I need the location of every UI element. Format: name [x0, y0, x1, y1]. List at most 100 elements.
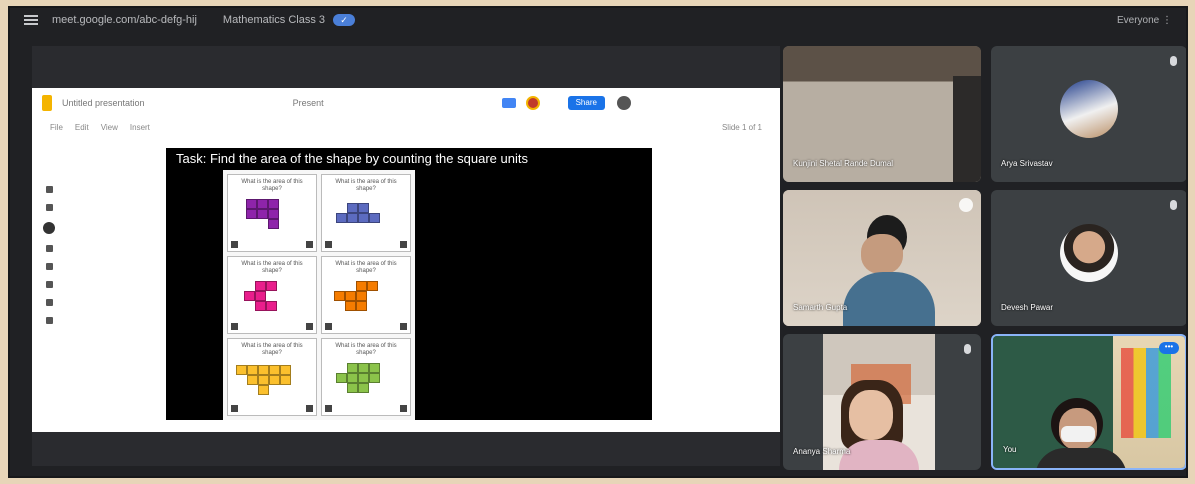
annotation-toolbar: [42, 186, 56, 324]
slide-canvas: Task: Find the area of the shape by coun…: [166, 148, 652, 420]
shape-square-unit: [258, 365, 269, 375]
slides-header: Untitled presentation Present Share: [32, 88, 780, 118]
shape-square-unit: [247, 375, 258, 385]
qr-icon: [325, 241, 332, 248]
qr-icon: [306, 241, 313, 248]
people-control[interactable]: Everyone ⋮: [1117, 15, 1172, 26]
shape-square-unit: [244, 291, 255, 301]
meet-window: meet.google.com/abc-defg-hij Mathematics…: [8, 6, 1188, 478]
task-card: What is the area of this shape?: [227, 256, 317, 334]
shape-square-unit: [268, 209, 279, 219]
slide-task-text: Task: Find the area of the shape by coun…: [176, 151, 528, 166]
shape-square-unit: [336, 213, 347, 223]
task-card-question: What is the area of this shape?: [335, 343, 397, 356]
menu-icon[interactable]: [24, 15, 38, 25]
comment-icon[interactable]: [45, 263, 53, 270]
shape-square-unit: [269, 375, 280, 385]
mic-muted-icon: [1170, 200, 1177, 210]
shape-square-unit: [345, 301, 356, 311]
shape-square-unit: [356, 301, 367, 311]
shape-square-unit: [266, 281, 277, 291]
shape-square-unit: [266, 301, 277, 311]
shape-square-unit: [257, 209, 268, 219]
share-button[interactable]: Share: [567, 96, 605, 110]
shape-square-unit: [268, 199, 279, 209]
shape-square-unit: [369, 213, 380, 223]
shape-square-unit: [255, 291, 266, 301]
meet-topbar: meet.google.com/abc-defg-hij Mathematics…: [10, 8, 1186, 32]
present-button[interactable]: Present: [293, 98, 324, 108]
participant-tile[interactable]: Samarth Gupta: [783, 190, 981, 326]
task-card-question: What is the area of this shape?: [241, 343, 303, 356]
document-title[interactable]: Untitled presentation: [62, 98, 145, 108]
shape-square-unit: [356, 291, 367, 301]
shape-square-unit: [334, 291, 345, 301]
participant-tile[interactable]: Arya Srivastav: [991, 46, 1186, 182]
shape-square-unit: [255, 301, 266, 311]
participant-tile[interactable]: Kunjini Shetal Rande Dumal: [783, 46, 981, 182]
slides-logo-icon: [42, 95, 52, 111]
undo-icon[interactable]: [45, 281, 53, 288]
shape-square-unit: [367, 281, 378, 291]
shape-square-unit: [347, 213, 358, 223]
qr-icon: [325, 405, 332, 412]
shape-square-unit: [347, 363, 358, 373]
shape-square-unit: [257, 199, 268, 209]
video-feed-detail: [953, 76, 981, 182]
menu-insert[interactable]: Insert: [130, 123, 150, 132]
task-card: What is the area of this shape?: [321, 174, 411, 252]
participant-tile[interactable]: Ananya Sharma: [783, 334, 981, 470]
eraser-icon[interactable]: [45, 204, 53, 211]
shape-square-unit: [345, 291, 356, 301]
presentation-area: Untitled presentation Present Share File…: [32, 46, 780, 466]
shape-square-unit: [247, 365, 258, 375]
pin-icon[interactable]: [959, 198, 973, 212]
shape-square-unit: [236, 365, 247, 375]
pen-icon[interactable]: [45, 186, 53, 193]
participant-name: Samarth Gupta: [793, 303, 848, 312]
verified-icon: ✓: [333, 14, 356, 26]
expand-icon[interactable]: [45, 299, 53, 306]
qr-icon: [306, 323, 313, 330]
pointer-icon[interactable]: [43, 222, 55, 234]
shape-square-unit: [358, 213, 369, 223]
qr-icon: [306, 405, 313, 412]
shape-square-unit: [246, 199, 257, 209]
shape-square-unit: [358, 373, 369, 383]
shared-slides-window: Untitled presentation Present Share File…: [32, 88, 780, 432]
shape-square-unit: [258, 385, 269, 395]
participant-name: Kunjini Shetal Rande Dumal: [793, 159, 894, 168]
shape-square-unit: [280, 365, 291, 375]
qr-icon: [400, 405, 407, 412]
face-mask: [1061, 426, 1095, 442]
shape-square-unit: [358, 383, 369, 393]
person-face: [849, 390, 893, 440]
task-card: What is the area of this shape?: [227, 174, 317, 252]
participant-tile-active[interactable]: ••• You: [991, 334, 1186, 470]
shape-square-unit: [356, 281, 367, 291]
menu-edit[interactable]: Edit: [75, 123, 89, 132]
pin-icon[interactable]: [45, 317, 53, 324]
collaborator-avatar[interactable]: [525, 96, 540, 110]
task-card-grid: What is the area of this shape? What is …: [223, 170, 415, 420]
shape-square-unit: [369, 373, 380, 383]
more-options-button[interactable]: •••: [1159, 342, 1179, 354]
menu-view[interactable]: View: [101, 123, 118, 132]
slides-toolbar: File Edit View Insert Slide 1 of 1: [32, 118, 780, 136]
meet-icon[interactable]: [501, 98, 516, 108]
task-card: What is the area of this shape?: [321, 256, 411, 334]
shape-square-unit: [347, 203, 358, 213]
mic-muted-icon: [964, 344, 971, 354]
shape-square-unit: [280, 375, 291, 385]
mic-muted-icon: [1170, 56, 1177, 66]
menu-file[interactable]: File: [50, 123, 63, 132]
account-avatar[interactable]: [616, 96, 631, 110]
participant-tile[interactable]: Devesh Pawar: [991, 190, 1186, 326]
task-card: What is the area of this shape?: [321, 338, 411, 416]
shape-square-unit: [246, 209, 257, 219]
qr-icon: [231, 241, 238, 248]
select-icon[interactable]: [45, 245, 53, 252]
person-face: [861, 234, 903, 274]
participant-name: You: [1003, 445, 1017, 454]
qr-icon: [231, 323, 238, 330]
